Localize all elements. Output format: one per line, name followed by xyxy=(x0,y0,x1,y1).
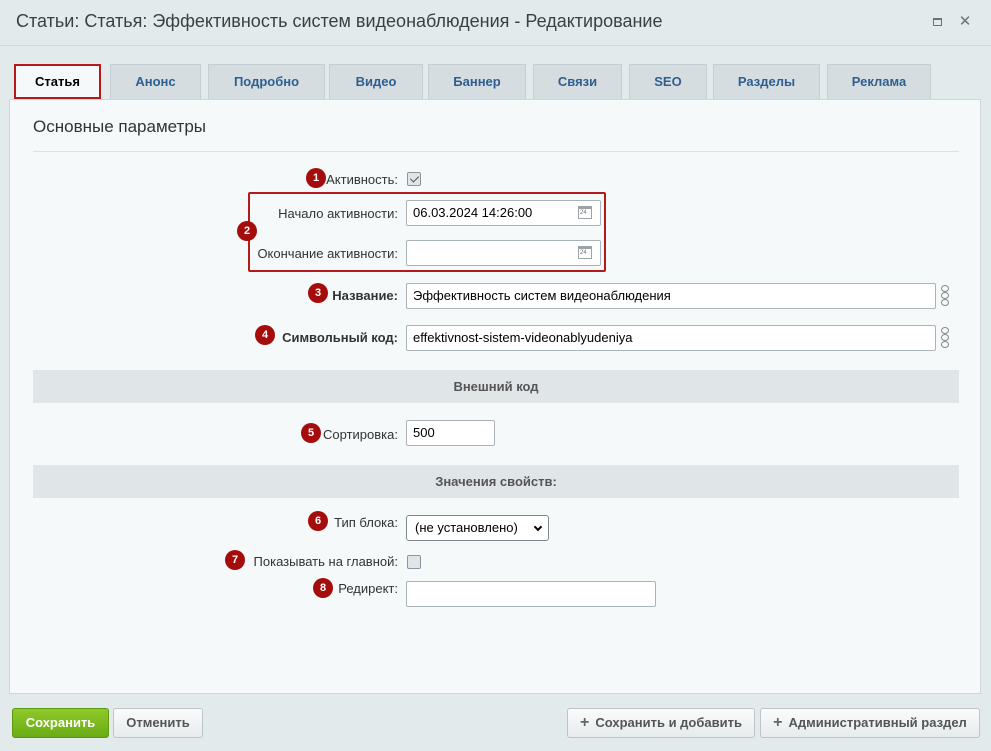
step-badge-6: 6 xyxy=(308,511,328,531)
tab-video[interactable]: Видео xyxy=(329,64,423,100)
section-divider xyxy=(33,151,959,152)
active-checkbox[interactable] xyxy=(407,172,421,186)
active-from-value: 06.03.2024 14:26:00 xyxy=(413,205,533,220)
form-panel: Основные параметры 1 Активность: 2 Начал… xyxy=(9,99,981,694)
translit-link-icon[interactable] xyxy=(939,325,951,351)
save-button[interactable]: Сохранить xyxy=(12,708,109,738)
sort-input[interactable]: 500 xyxy=(406,420,495,446)
step-badge-4: 4 xyxy=(255,325,275,345)
maximize-icon[interactable] xyxy=(929,14,945,30)
name-label: Название: xyxy=(332,288,398,303)
external-code-bar[interactable]: Внешний код xyxy=(33,370,959,403)
step-badge-5: 5 xyxy=(301,423,321,443)
window-title: Статьи: Статья: Эффективность систем вид… xyxy=(16,11,663,31)
redirect-input[interactable] xyxy=(406,581,656,607)
step-badge-1: 1 xyxy=(306,168,326,188)
tab-article[interactable]: Статья xyxy=(14,64,101,99)
admin-section-button[interactable]: + Административный раздел xyxy=(760,708,980,738)
tab-sections[interactable]: Разделы xyxy=(713,64,820,100)
calendar-icon[interactable]: 24 xyxy=(578,246,592,259)
code-label: Символьный код: xyxy=(282,330,398,345)
properties-bar: Значения свойств: xyxy=(33,465,959,498)
cancel-button[interactable]: Отменить xyxy=(113,708,203,738)
active-to-label: Окончание активности: xyxy=(257,246,398,261)
step-badge-7: 7 xyxy=(225,550,245,570)
tab-banner[interactable]: Баннер xyxy=(428,64,526,100)
translit-link-icon[interactable] xyxy=(939,283,951,309)
close-icon[interactable]: ✕ xyxy=(957,14,973,30)
plus-icon: + xyxy=(580,714,590,731)
block-type-value: (не установлено) xyxy=(415,520,518,535)
show-on-main-label: Показывать на главной: xyxy=(253,554,398,569)
save-and-add-button[interactable]: + Сохранить и добавить xyxy=(567,708,755,738)
code-input[interactable]: effektivnost-sistem-videonablyudeniya xyxy=(406,325,936,351)
block-type-label: Тип блока: xyxy=(334,515,398,530)
name-input[interactable]: Эффективность систем видеонаблюдения xyxy=(406,283,936,309)
show-on-main-checkbox[interactable] xyxy=(407,555,421,569)
sort-label: Сортировка: xyxy=(323,427,398,442)
window-titlebar: Статьи: Статья: Эффективность систем вид… xyxy=(0,0,991,46)
tab-links[interactable]: Связи xyxy=(533,64,622,100)
active-to-input[interactable]: 24 xyxy=(406,240,601,266)
tab-ads[interactable]: Реклама xyxy=(827,64,931,100)
block-type-select[interactable]: (не установлено) xyxy=(406,515,549,541)
active-from-label: Начало активности: xyxy=(278,206,398,221)
tab-seo[interactable]: SEO xyxy=(629,64,707,100)
plus-icon: + xyxy=(773,714,783,731)
active-label: Активность: xyxy=(326,172,398,187)
step-badge-3: 3 xyxy=(308,283,328,303)
active-from-input[interactable]: 06.03.2024 14:26:00 24 xyxy=(406,200,601,226)
tab-announce[interactable]: Анонс xyxy=(110,64,201,100)
chevron-down-icon xyxy=(533,522,543,532)
step-badge-8: 8 xyxy=(313,578,333,598)
step-badge-2: 2 xyxy=(237,221,257,241)
redirect-label: Редирект: xyxy=(338,581,398,596)
section-title: Основные параметры xyxy=(33,117,206,136)
calendar-icon[interactable]: 24 xyxy=(578,206,592,219)
tab-details[interactable]: Подробно xyxy=(208,64,325,100)
